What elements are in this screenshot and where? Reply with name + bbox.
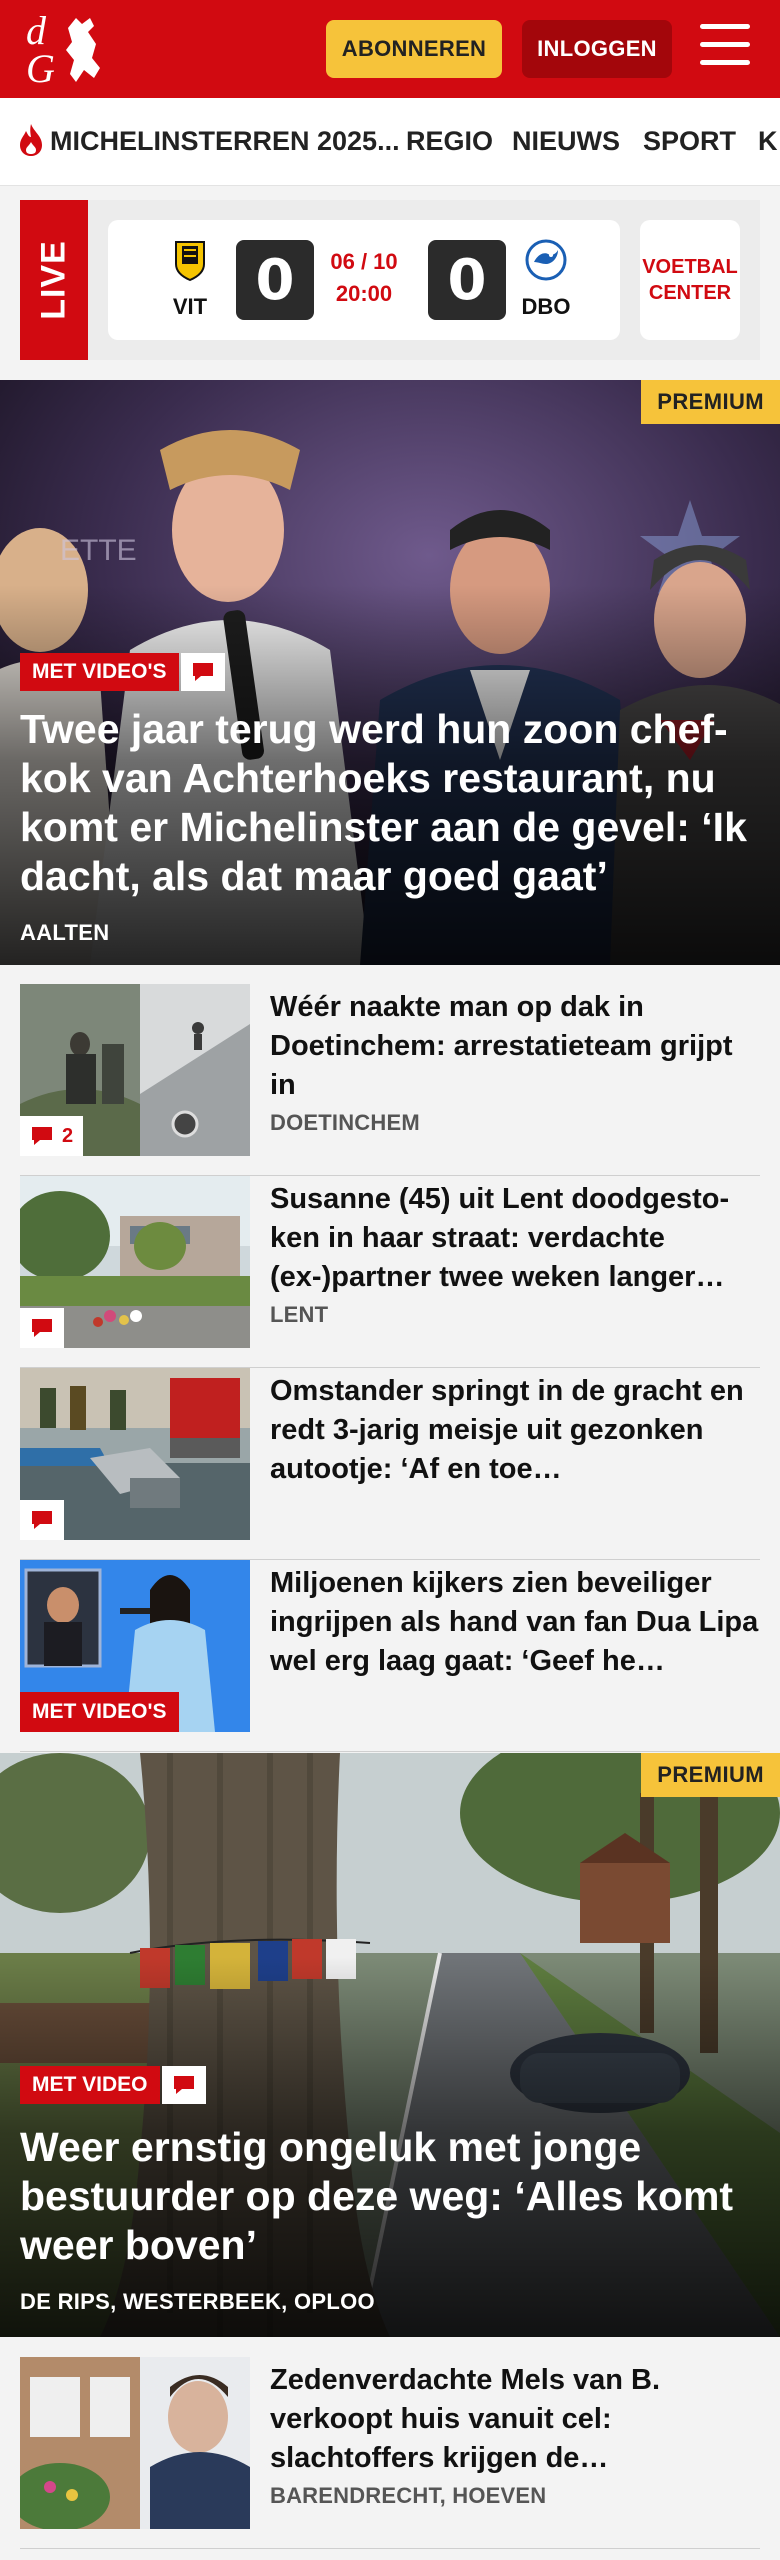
comment-icon <box>161 2066 206 2104</box>
svg-text:G: G <box>26 46 55 88</box>
hero-location: DE RIPS, WESTERBEEK, OPLOO <box>20 2289 375 2314</box>
match-time: 20:00 <box>335 281 393 306</box>
article-thumbnail <box>20 1176 250 1348</box>
comment-count-badge: 2 <box>20 1116 84 1156</box>
away-score: 0 <box>428 240 506 320</box>
comment-icon <box>32 1127 52 1145</box>
vitesse-crest-icon <box>175 241 205 282</box>
hero-location: AALTEN <box>20 920 110 945</box>
match-date: 06 / 10 <box>330 249 398 274</box>
article-title[interactable]: Omstander springt in de gracht en redt 3… <box>270 1372 760 1489</box>
list-item[interactable]: Omstander springt in de gracht en redt 3… <box>20 1368 760 1560</box>
article-thumbnail <box>20 1368 250 1540</box>
comment-icon <box>32 1511 52 1529</box>
dg-logo[interactable]: d G <box>24 8 114 91</box>
den-bosch-crest-icon <box>525 239 567 281</box>
hero-title[interactable]: Twee jaar terug werd hun zoon chef-kok v… <box>20 705 760 901</box>
hero-article[interactable]: ETTE PREMIUM MET VIDEO'S Twee jaar terug… <box>0 380 780 965</box>
article-location: LENT <box>270 1302 329 1327</box>
video-label: MET VIDEO'S <box>20 653 179 691</box>
video-tag: MET VIDEO <box>20 2066 206 2104</box>
match-datetime: 06 / 10 20:00 <box>326 246 402 310</box>
list-item[interactable]: MET VIDEO'S Miljoenen kijkers zien bevei… <box>20 1560 760 1752</box>
top-bar: d G ABONNEREN INLOGGEN <box>0 0 780 98</box>
article-location: DOETINCHEM <box>270 1110 420 1135</box>
nav-item-nieuws[interactable]: NIEUWS <box>512 126 620 157</box>
premium-badge: PREMIUM <box>641 1753 780 1797</box>
live-score-widget: LIVE VIT 0 06 / 10 20:00 0 DBO VOETBAL C… <box>20 200 760 360</box>
menu-icon[interactable] <box>700 24 752 72</box>
article-title[interactable]: Zedenverdachte Mels van B. verkoopt huis… <box>270 2361 760 2478</box>
video-tag: MET VIDEO'S <box>20 653 225 691</box>
nav-item-sport[interactable]: SPORT <box>643 126 736 157</box>
nav-item-regio[interactable]: REGIO <box>406 126 493 157</box>
article-thumbnail: 2 <box>20 984 250 1156</box>
premium-badge: PREMIUM <box>641 380 780 424</box>
hero-article-2[interactable]: PREMIUM MET VIDEO Weer ernstig ongeluk m… <box>0 1753 780 2337</box>
comment-badge <box>20 1308 64 1348</box>
home-team: VIT <box>160 238 220 320</box>
comment-icon <box>32 1319 52 1337</box>
away-team-name: DBO <box>521 294 571 319</box>
home-team-name: VIT <box>172 294 208 319</box>
article-title[interactable]: Wéér naakte man op dak in Doetinchem: ar… <box>270 988 760 1105</box>
login-button[interactable]: INLOGGEN <box>522 20 672 78</box>
section-nav: MICHELINSTERREN 2025... REGIO NIEUWS SPO… <box>0 98 780 186</box>
video-label: MET VIDEO <box>20 2066 160 2104</box>
away-team: DBO <box>516 238 576 320</box>
nav-item-overflow[interactable]: K <box>758 126 778 157</box>
voetbal-center-button[interactable]: VOETBAL CENTER <box>640 220 740 340</box>
subscribe-button[interactable]: ABONNEREN <box>326 20 502 78</box>
match-card[interactable]: VIT 0 06 / 10 20:00 0 DBO <box>108 220 620 340</box>
video-label: MET VIDEO'S <box>20 1692 179 1732</box>
live-label: LIVE <box>20 200 88 360</box>
comment-badge <box>20 1500 64 1540</box>
list-item[interactable]: Susanne (45) uit Lent doodgesto-ken in h… <box>20 1176 760 1368</box>
article-thumbnail: MET VIDEO'S <box>20 1560 250 1732</box>
article-title[interactable]: Miljoenen kijkers zien beveiliger ingrij… <box>270 1564 760 1681</box>
article-title[interactable]: Susanne (45) uit Lent doodgesto-ken in h… <box>270 1180 760 1297</box>
list-item[interactable]: Zedenverdachte Mels van B. verkoopt huis… <box>20 2357 760 2549</box>
flame-icon <box>20 124 42 156</box>
article-thumbnail <box>20 2357 250 2529</box>
article-location: BARENDRECHT, HOEVEN <box>270 2483 547 2508</box>
hero-title[interactable]: Weer ernstig ongeluk met jonge bestuurde… <box>20 2123 760 2270</box>
list-item[interactable]: 2 Wéér naakte man op dak in Doetinchem: … <box>20 984 760 1176</box>
comment-icon <box>180 653 225 691</box>
home-score: 0 <box>236 240 314 320</box>
nav-item-michelinsterren[interactable]: MICHELINSTERREN 2025... <box>50 126 400 157</box>
comment-count: 2 <box>62 1124 74 1147</box>
